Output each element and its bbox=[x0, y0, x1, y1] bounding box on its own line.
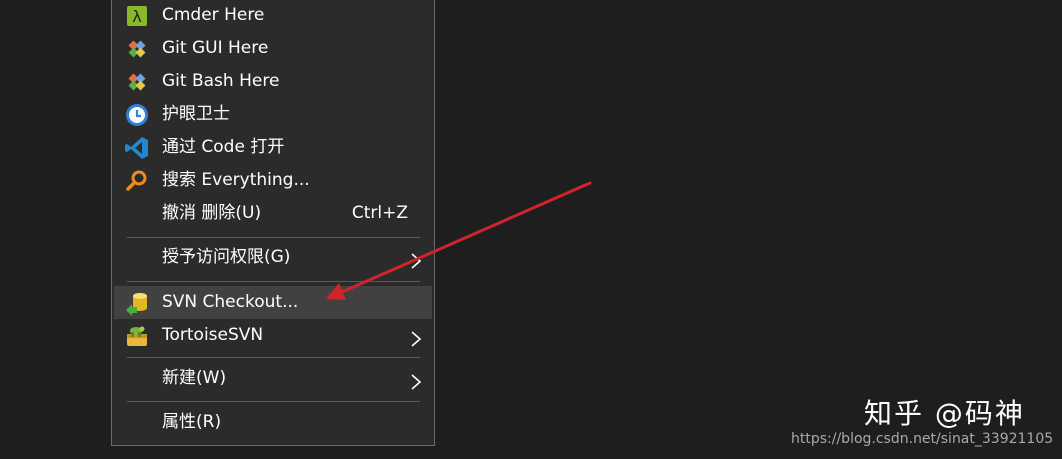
menu-item-open-with-code[interactable]: 通过 Code 打开 bbox=[114, 131, 432, 164]
menu-item-undo-delete[interactable]: 撤消 删除(U) Ctrl+Z bbox=[114, 197, 432, 230]
menu-item-label: 撤消 删除(U) bbox=[162, 203, 262, 223]
cmder-icon: λ bbox=[124, 3, 150, 29]
menu-item-eye-care[interactable]: 护眼卫士 bbox=[114, 98, 432, 131]
menu-item-label: 授予访问权限(G) bbox=[162, 247, 291, 267]
shortcut-label: Ctrl+Z bbox=[351, 203, 408, 223]
menu-item-tortoisesvn[interactable]: TortoiseSVN bbox=[114, 319, 432, 352]
svg-text:λ: λ bbox=[132, 7, 141, 26]
git-gui-icon bbox=[124, 36, 150, 62]
eye-care-icon bbox=[124, 102, 150, 128]
menu-item-new[interactable]: 新建(W) bbox=[114, 362, 432, 395]
everything-search-icon bbox=[124, 168, 150, 194]
menu-item-git-gui-here[interactable]: Git GUI Here bbox=[114, 32, 432, 65]
menu-item-label: 通过 Code 打开 bbox=[162, 137, 285, 157]
git-bash-icon bbox=[124, 69, 150, 95]
tortoisesvn-icon bbox=[124, 323, 150, 349]
chevron-right-icon bbox=[410, 327, 422, 347]
menu-item-label: Git GUI Here bbox=[162, 38, 269, 58]
menu-item-label: 护眼卫士 bbox=[162, 104, 230, 124]
menu-item-label: Git Bash Here bbox=[162, 71, 280, 91]
menu-item-label: Cmder Here bbox=[162, 5, 265, 25]
menu-separator bbox=[127, 281, 420, 282]
menu-item-label: SVN Checkout... bbox=[162, 292, 299, 312]
context-menu: λ Cmder Here Git GUI Here Git Bash Here bbox=[111, 0, 435, 446]
csdn-url-watermark: https://blog.csdn.net/sinat_33921105 bbox=[791, 431, 1054, 447]
zhihu-watermark: 知乎 @码神 bbox=[864, 397, 1025, 430]
menu-item-label: TortoiseSVN bbox=[162, 325, 264, 345]
chevron-right-icon bbox=[410, 249, 422, 269]
menu-item-search-everything[interactable]: 搜索 Everything... bbox=[114, 164, 432, 197]
chevron-right-icon bbox=[410, 370, 422, 390]
menu-separator bbox=[127, 401, 420, 402]
menu-item-svn-checkout[interactable]: SVN Checkout... bbox=[114, 286, 432, 319]
menu-separator bbox=[127, 237, 420, 238]
menu-item-label: 新建(W) bbox=[162, 368, 227, 388]
menu-item-label: 搜索 Everything... bbox=[162, 170, 310, 190]
menu-item-git-bash-here[interactable]: Git Bash Here bbox=[114, 65, 432, 98]
menu-item-label: 属性(R) bbox=[162, 412, 222, 432]
menu-separator bbox=[127, 357, 420, 358]
menu-item-cmder-here[interactable]: λ Cmder Here bbox=[114, 0, 432, 32]
svn-checkout-icon bbox=[124, 290, 150, 316]
menu-item-grant-access[interactable]: 授予访问权限(G) bbox=[114, 241, 432, 274]
menu-item-properties[interactable]: 属性(R) bbox=[114, 406, 432, 439]
vscode-icon bbox=[124, 135, 150, 161]
